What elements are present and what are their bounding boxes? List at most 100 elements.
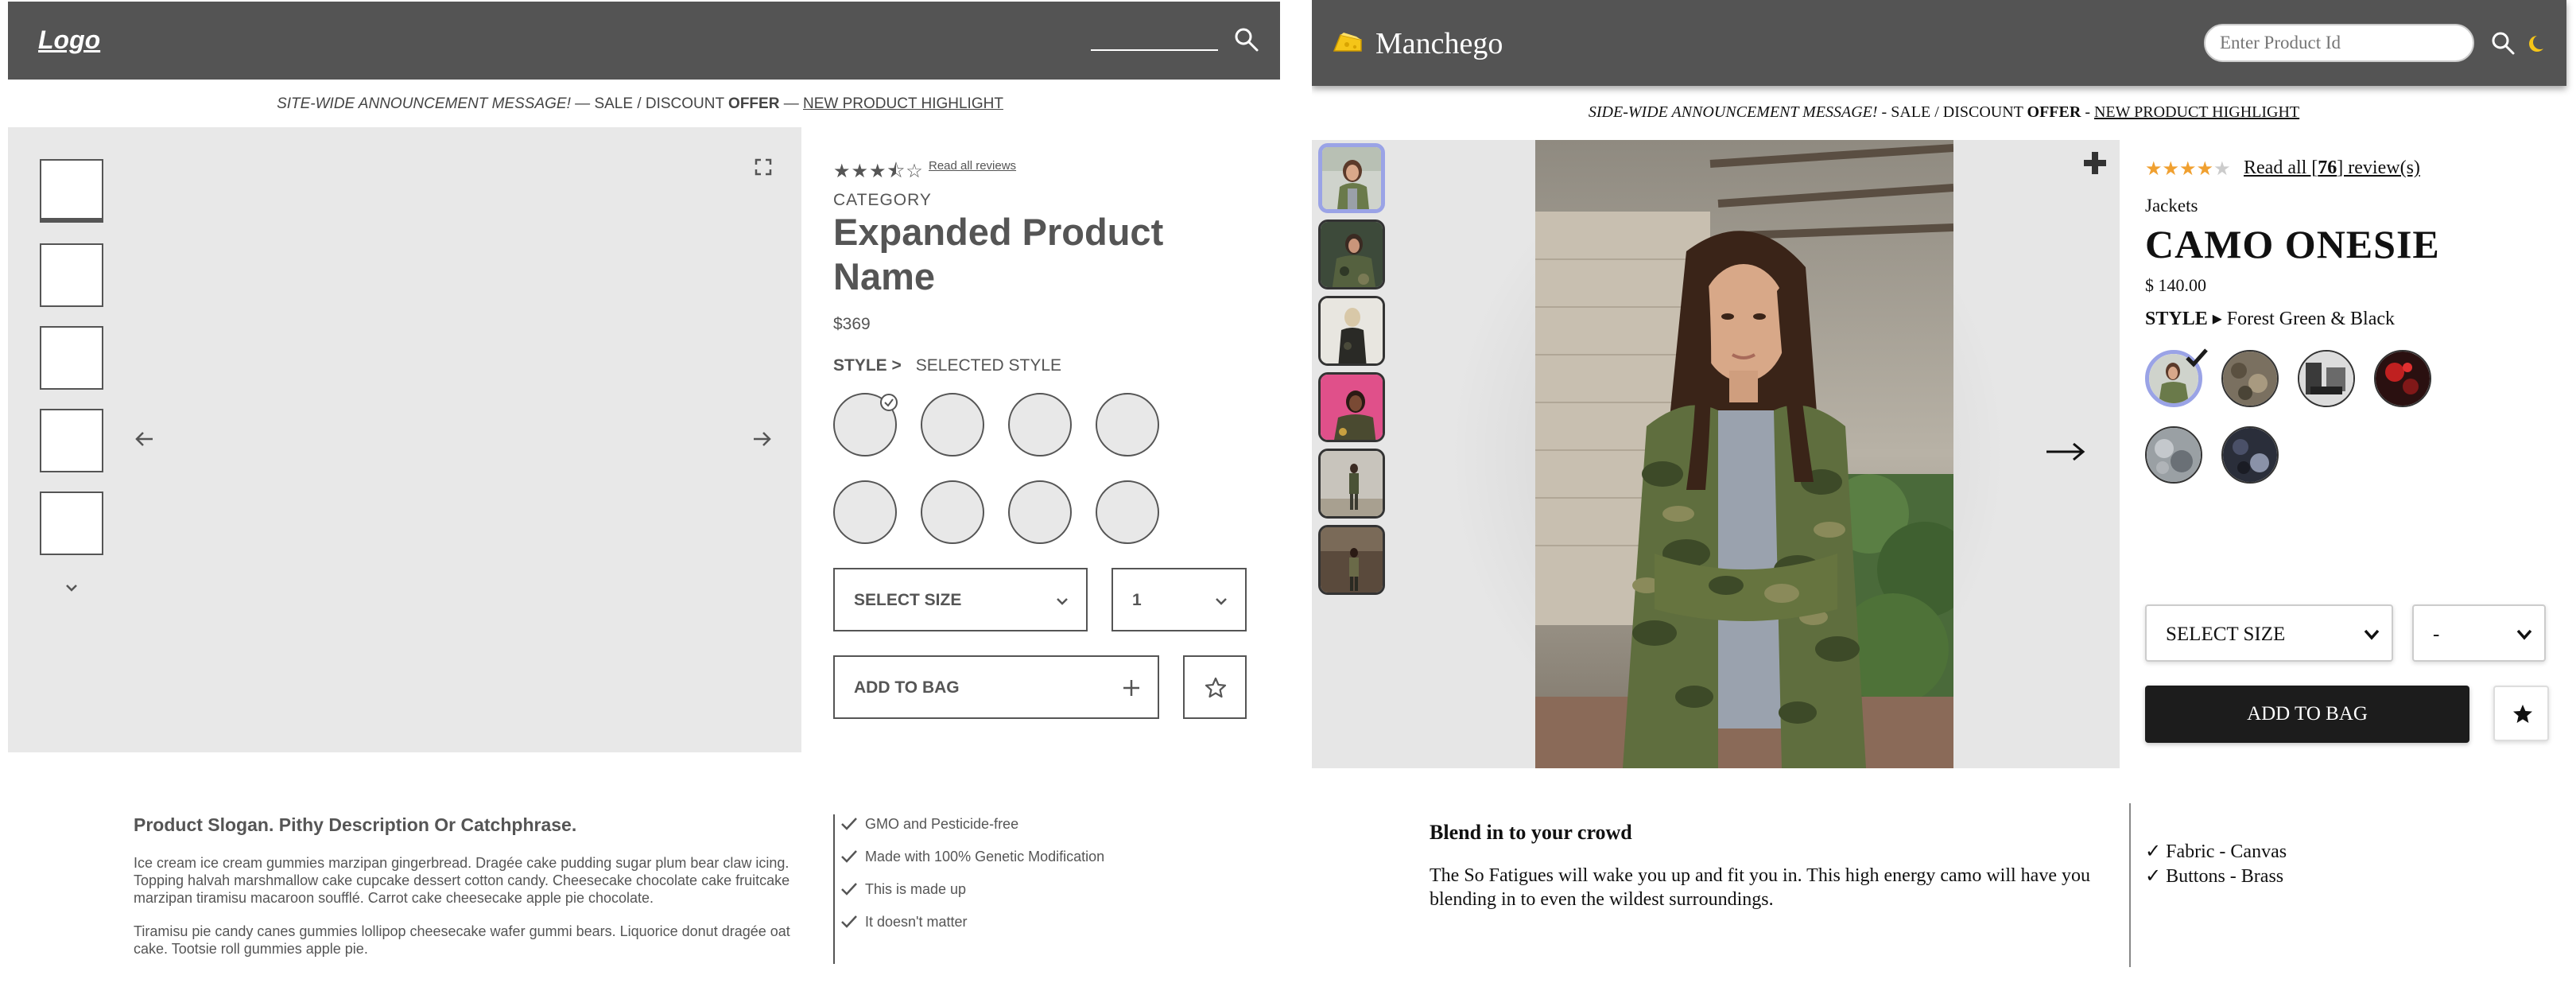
- style-swatch-6[interactable]: [2221, 426, 2279, 484]
- chevron-down-icon: [1057, 598, 1068, 605]
- style-swatch-3[interactable]: [1008, 393, 1072, 457]
- manchego-panel: Manchego SIDE-WIDE ANNOUNCEMENT MESSAGE!…: [1312, 0, 2576, 983]
- rating-stars: ★★★⯪☆: [833, 161, 924, 182]
- announcement-offer: OFFER: [2027, 103, 2081, 121]
- thumbnail-3[interactable]: [40, 326, 103, 390]
- announcement-message: SITE-WIDE ANNOUNCEMENT MESSAGE!: [277, 95, 571, 112]
- plus-icon: [1123, 680, 1139, 696]
- thumbnail-image: [1321, 375, 1383, 440]
- add-to-bag-button[interactable]: ADD TO BAG: [833, 655, 1159, 719]
- swatch-image: [2223, 428, 2277, 482]
- feature-item: Made with 100% Genetic Modification: [841, 849, 1104, 865]
- style-swatch-7[interactable]: [1008, 480, 1072, 544]
- thumbnail-4[interactable]: [40, 409, 103, 472]
- search-input-underline[interactable]: [1091, 49, 1218, 51]
- announcement-sale: SALE / DISCOUNT: [1891, 103, 2023, 121]
- feature-text: It doesn't matter: [865, 914, 968, 930]
- rating-stars: ★★★★★: [2145, 157, 2231, 181]
- announcement-offer: OFFER: [728, 95, 780, 112]
- selected-style-name: SELECTED STYLE: [915, 356, 1062, 375]
- favorite-button[interactable]: [1183, 655, 1247, 719]
- wireframe-header: Logo: [8, 2, 1280, 80]
- thumbnail-1[interactable]: [40, 159, 103, 223]
- style-selector-label: STYLE ▸ Forest Green & Black: [2145, 307, 2395, 330]
- check-icon: [841, 818, 857, 830]
- size-select-label: SELECT SIZE: [854, 591, 962, 609]
- add-to-bag-button[interactable]: ADD TO BAG: [2145, 686, 2469, 743]
- thumbnail-5[interactable]: [1318, 449, 1385, 519]
- search-icon[interactable]: [1232, 25, 1261, 54]
- style-swatch-2[interactable]: [2221, 350, 2279, 407]
- style-arrow-icon: ▸: [2212, 309, 2222, 329]
- feature-item: This is made up: [841, 881, 966, 898]
- quantity-select[interactable]: 1: [1111, 568, 1247, 631]
- announcement-separator: -: [2085, 103, 2090, 121]
- product-price: $ 140.00: [2145, 275, 2206, 295]
- swatch-image: [2376, 352, 2430, 406]
- brand-name[interactable]: Manchego: [1375, 26, 1503, 61]
- thumbnail-4[interactable]: [1318, 372, 1385, 442]
- product-description-1: Ice cream ice cream gummies marzipan gin…: [134, 855, 790, 906]
- style-swatch-5[interactable]: [2145, 426, 2202, 484]
- style-swatch-8[interactable]: [1096, 480, 1159, 544]
- style-swatch-4[interactable]: [2374, 350, 2431, 407]
- thumbnail-3[interactable]: [1318, 296, 1385, 366]
- rating-stars-filled: ★★★★: [2145, 158, 2214, 180]
- arrow-right-icon[interactable]: [751, 428, 773, 450]
- swatch-image: [2299, 352, 2353, 406]
- manchego-header: Manchego: [1312, 0, 2566, 86]
- thumbnail-2[interactable]: [1318, 220, 1385, 289]
- thumbnail-2[interactable]: [40, 243, 103, 307]
- expand-plus-icon[interactable]: [2081, 150, 2109, 177]
- read-all-reviews-link[interactable]: Read all [76] review(s): [2244, 157, 2420, 179]
- thumbnail-image: [1321, 527, 1383, 593]
- size-select[interactable]: SELECT SIZE: [2145, 604, 2393, 662]
- style-swatch-4[interactable]: [1096, 393, 1159, 457]
- style-swatch-2[interactable]: [921, 393, 984, 457]
- product-photo: [1535, 140, 1953, 768]
- size-select[interactable]: SELECT SIZE: [833, 568, 1088, 631]
- style-label: STYLE: [2145, 309, 2208, 329]
- check-icon: [841, 850, 857, 863]
- read-all-reviews-link[interactable]: Read all reviews: [929, 159, 1016, 173]
- cheese-icon[interactable]: [1333, 30, 1363, 54]
- product-main-image: [1535, 140, 1953, 768]
- quantity-select-label: 1: [1132, 591, 1142, 609]
- divider: [2129, 803, 2131, 967]
- add-to-bag-label: ADD TO BAG: [854, 678, 960, 697]
- product-slogan: Product Slogan. Pithy Description Or Cat…: [134, 814, 577, 835]
- search-icon[interactable]: [2490, 30, 2516, 56]
- style-swatch-6[interactable]: [921, 480, 984, 544]
- announcement-bar: SITE-WIDE ANNOUNCEMENT MESSAGE! — SALE /…: [0, 95, 1280, 113]
- arrow-right-icon[interactable]: [2043, 429, 2088, 474]
- expand-icon[interactable]: [754, 157, 773, 177]
- favorite-button[interactable]: [2493, 686, 2549, 741]
- style-swatch-1[interactable]: [833, 393, 898, 457]
- theme-toggle-icon[interactable]: [2528, 35, 2546, 52]
- star-icon: [2513, 705, 2532, 723]
- swatch-image: [2147, 428, 2201, 482]
- thumbnail-image: [1321, 451, 1383, 516]
- product-description: The So Fatigues will wake you up and fit…: [1430, 865, 2090, 910]
- thumbnail-5[interactable]: [40, 492, 103, 555]
- style-swatch-5[interactable]: [833, 480, 897, 544]
- new-product-highlight-link[interactable]: NEW PRODUCT HIGHLIGHT: [2094, 103, 2299, 121]
- image-gallery: [1312, 140, 2120, 768]
- chevron-down-icon[interactable]: [64, 582, 80, 593]
- review-count: 76: [2318, 157, 2337, 178]
- style-swatch-3[interactable]: [2298, 350, 2355, 407]
- product-id-search-input[interactable]: [2204, 24, 2474, 62]
- new-product-highlight-link[interactable]: NEW PRODUCT HIGHLIGHT: [803, 95, 1003, 112]
- quantity-select[interactable]: -: [2412, 604, 2546, 662]
- rating-stars-empty: ★: [2213, 158, 2231, 180]
- logo[interactable]: Logo: [38, 25, 100, 55]
- thumbnail-6[interactable]: [1318, 525, 1385, 595]
- announcement-separator: -: [1881, 103, 1887, 121]
- product-price: $369: [833, 315, 871, 333]
- feature-item: ✓ Fabric - Canvas: [2145, 841, 2287, 862]
- check-circle-icon: [880, 394, 898, 411]
- selected-style-name: Forest Green & Black: [2226, 309, 2396, 329]
- arrow-left-icon[interactable]: [134, 428, 156, 450]
- thumbnail-1[interactable]: [1318, 143, 1385, 213]
- image-gallery: [8, 127, 801, 752]
